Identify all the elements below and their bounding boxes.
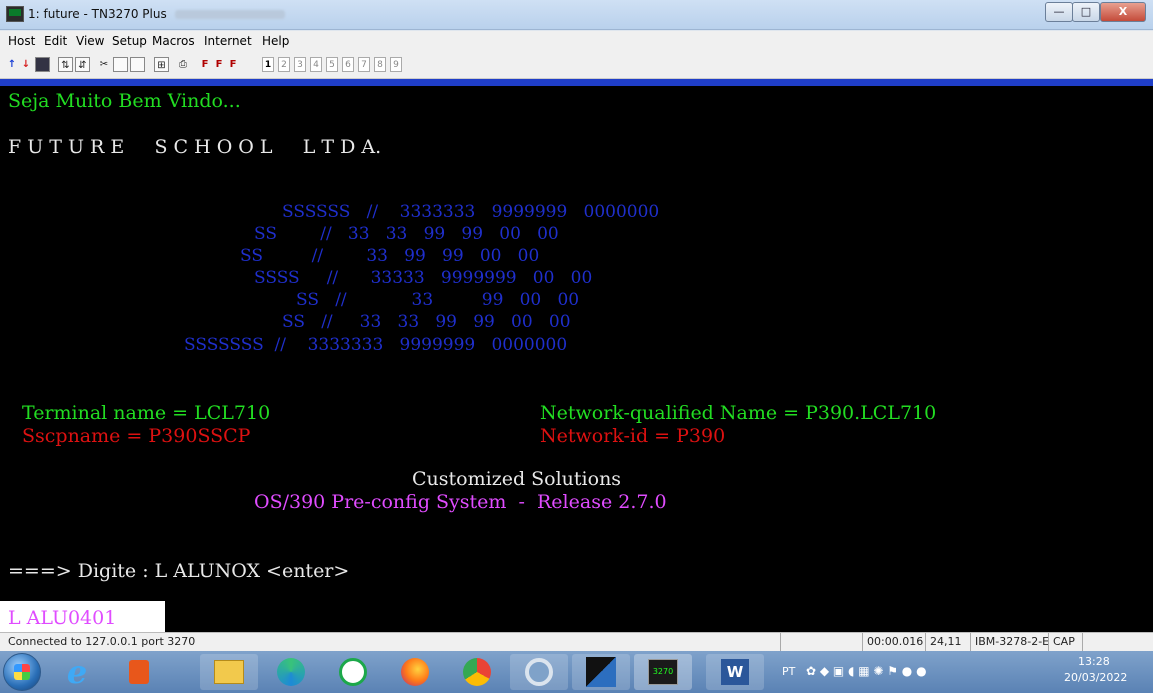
network-id: Network-id = P390 xyxy=(540,425,726,447)
print-icon[interactable]: ⎙ xyxy=(176,57,190,72)
terminal-screen[interactable]: Seja Muito Bem Vindo... F U T U R E S C … xyxy=(0,86,1153,632)
tn3270-app-icon[interactable] xyxy=(6,6,24,22)
cursor-position: 24,11 xyxy=(925,633,970,651)
firefox-icon xyxy=(401,658,429,686)
arrow-up-icon[interactable]: ↑ xyxy=(6,57,18,72)
session-tab-7[interactable]: 7 xyxy=(358,57,370,72)
banner-line-4: SSSS // 33333 9999999 00 00 xyxy=(254,268,593,288)
window-title: 1: future - TN3270 Plus xyxy=(28,7,285,21)
login-prompt: ===> Digite : L ALUNOX <enter> xyxy=(8,560,350,582)
logon-input-value[interactable]: L ALU0401 xyxy=(8,607,116,629)
menu-setup[interactable]: Setup xyxy=(112,34,147,48)
taskbar-word[interactable]: W xyxy=(706,654,764,690)
save-icon[interactable] xyxy=(35,57,50,72)
welcome-text: Seja Muito Bem Vindo... xyxy=(8,90,241,112)
taskbar-chrome[interactable] xyxy=(448,654,506,690)
company-name: F U T U R E S C H O O L L T D A. xyxy=(8,136,382,158)
maximize-icon: □ xyxy=(1080,5,1092,18)
paste-icon[interactable] xyxy=(130,57,145,72)
taskbar-tn3270[interactable]: 3270 xyxy=(634,654,692,690)
terminal-name: Terminal name = LCL710 xyxy=(22,402,271,424)
font-button-3[interactable]: F xyxy=(228,57,238,72)
tn3270-icon: 3270 xyxy=(648,659,678,685)
malwarebytes-icon xyxy=(339,658,367,686)
banner-line-3: SS // 33 99 99 00 00 xyxy=(240,246,540,266)
language-indicator[interactable]: PT xyxy=(782,665,795,678)
taskbar-ie[interactable]: e xyxy=(48,653,106,691)
caps-lock-indicator: CAP xyxy=(1048,633,1082,651)
copy-icon[interactable] xyxy=(113,57,128,72)
close-icon: X xyxy=(1118,5,1128,18)
customized-solutions: Customized Solutions xyxy=(412,468,622,490)
session-tab-1[interactable]: 1 xyxy=(262,57,274,72)
session-tab-8[interactable]: 8 xyxy=(374,57,386,72)
status-bar: Connected to 127.0.0.1 port 3270 00:00.0… xyxy=(0,632,1153,651)
chrome-icon xyxy=(463,658,491,686)
toolbar: ↑ ↓ ⇅ ⇵ ✂ ⊞ ⎙ F F F 1 2 3 4 5 6 7 8 9 xyxy=(0,52,1153,79)
network-qualified-name: Network-qualified Name = P390.LCL710 xyxy=(540,402,937,424)
banner-line-5: SS // 33 99 00 00 xyxy=(296,290,580,310)
office-icon xyxy=(129,660,149,684)
status-empty-2 xyxy=(1082,633,1153,651)
puzzle-app-icon xyxy=(586,657,616,687)
taskbar-puzzle-app[interactable] xyxy=(572,654,630,690)
font-button-1[interactable]: F xyxy=(200,57,210,72)
menu-bar: Host Edit View Setup Macros Internet Hel… xyxy=(0,31,1153,52)
menu-edit[interactable]: Edit xyxy=(44,34,67,48)
timer-indicator: 00:00.016 xyxy=(862,633,925,651)
title-bar: 1: future - TN3270 Plus — □ X xyxy=(0,0,1153,30)
terminal-top-border xyxy=(0,79,1153,86)
session-tab-9[interactable]: 9 xyxy=(390,57,402,72)
tray-icons[interactable]: ✿ ◆ ▣ ◖ ▦ ✺ ⚑ ● ● xyxy=(806,664,927,678)
banner-line-6: SS // 33 33 99 99 00 00 xyxy=(282,312,571,332)
taskbar-office[interactable] xyxy=(110,654,168,690)
release-info: OS/390 Pre-config System - Release 2.7.0 xyxy=(254,491,667,513)
taskbar-edge[interactable] xyxy=(262,654,320,690)
sscp-name: Sscpname = P390SSCP xyxy=(22,425,251,447)
clock-date[interactable]: 20/03/2022 xyxy=(1064,671,1127,684)
session-tab-3[interactable]: 3 xyxy=(294,57,306,72)
transfer-send-icon[interactable]: ⇅ xyxy=(58,57,73,72)
menu-internet[interactable]: Internet xyxy=(204,34,252,48)
clock-time[interactable]: 13:28 xyxy=(1078,655,1110,668)
banner-line-1: SSSSSS // 3333333 9999999 0000000 xyxy=(282,202,660,222)
file-explorer-icon xyxy=(214,660,244,684)
terminal-model: IBM-3278-2-E xyxy=(970,633,1049,651)
windows-taskbar: e 3270 W PT ✿ ◆ ▣ ◖ ▦ ✺ ⚑ ● ● 13:28 20/0… xyxy=(0,651,1153,693)
word-icon: W xyxy=(721,659,749,685)
banner-line-2: SS // 33 33 99 99 00 00 xyxy=(254,224,559,244)
status-empty xyxy=(780,633,862,651)
windows-start-icon[interactable] xyxy=(3,653,41,691)
chrome-beta-icon xyxy=(525,658,553,686)
menu-help[interactable]: Help xyxy=(262,34,289,48)
internet-explorer-icon: e xyxy=(66,653,88,691)
menu-view[interactable]: View xyxy=(76,34,104,48)
menu-host[interactable]: Host xyxy=(8,34,35,48)
session-tab-2[interactable]: 2 xyxy=(278,57,290,72)
window-title-text: 1: future - TN3270 Plus xyxy=(28,7,167,21)
connection-status: Connected to 127.0.0.1 port 3270 xyxy=(8,635,196,648)
taskbar-firefox[interactable] xyxy=(386,654,444,690)
banner-line-7: SSSSSSS // 3333333 9999999 0000000 xyxy=(184,335,568,355)
font-button-2[interactable]: F xyxy=(214,57,224,72)
taskbar-chrome-beta[interactable] xyxy=(510,654,568,690)
maximize-button[interactable]: □ xyxy=(1072,2,1100,22)
cut-icon[interactable]: ✂ xyxy=(98,57,110,72)
title-blurred-text xyxy=(174,10,285,19)
session-tab-4[interactable]: 4 xyxy=(310,57,322,72)
session-tab-5[interactable]: 5 xyxy=(326,57,338,72)
grid-icon[interactable]: ⊞ xyxy=(154,57,169,72)
arrow-down-icon[interactable]: ↓ xyxy=(20,57,32,72)
close-button[interactable]: X xyxy=(1100,2,1146,22)
edge-icon xyxy=(277,658,305,686)
taskbar-explorer[interactable] xyxy=(200,654,258,690)
menu-macros[interactable]: Macros xyxy=(152,34,195,48)
session-tab-6[interactable]: 6 xyxy=(342,57,354,72)
minimize-icon: — xyxy=(1053,5,1065,18)
minimize-button[interactable]: — xyxy=(1045,2,1073,22)
transfer-receive-icon[interactable]: ⇵ xyxy=(75,57,90,72)
taskbar-malwarebytes[interactable] xyxy=(324,654,382,690)
